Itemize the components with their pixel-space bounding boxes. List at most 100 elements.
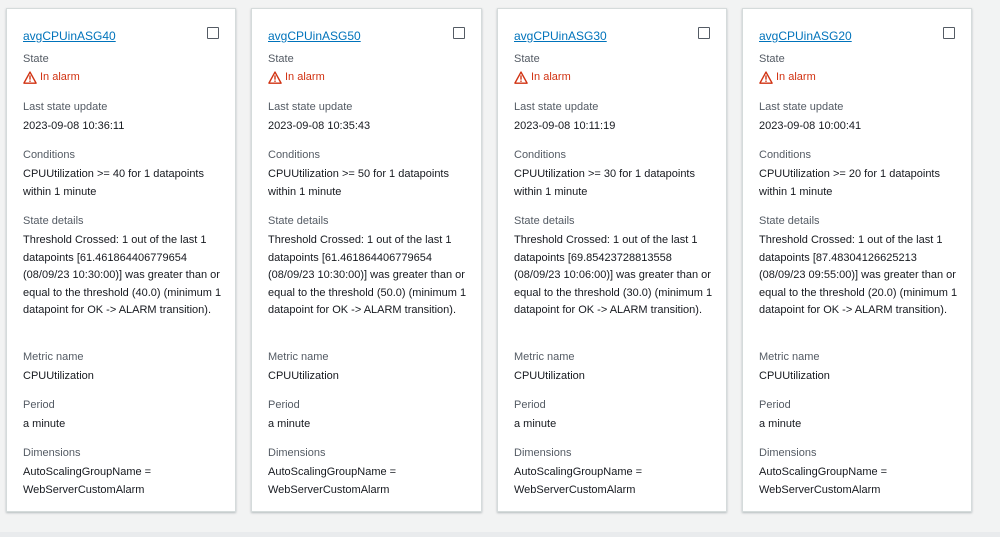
conditions-field: Conditions CPUUtilization >= 50 for 1 da… (268, 148, 469, 201)
metric-name-label: Metric name (268, 351, 329, 363)
state-field: State In alarm (268, 52, 469, 87)
conditions-field: Conditions CPUUtilization >= 40 for 1 da… (23, 148, 223, 201)
dimensions-value: AutoScalingGroupName = WebServerCustomAl… (514, 466, 643, 496)
dimensions-label: Dimensions (759, 447, 817, 459)
period-label: Period (514, 399, 546, 411)
alarm-card: avgCPUinASG40 State In alarm Last state … (6, 8, 236, 512)
metric-name-value: CPUUtilization (514, 370, 585, 382)
state-text: In alarm (531, 71, 571, 83)
warning-triangle-icon (759, 71, 773, 85)
state-details-field: State details Threshold Crossed: 1 out o… (23, 214, 223, 320)
alarm-card-header: avgCPUinASG40 (23, 27, 219, 43)
last-state-update-label: Last state update (759, 101, 844, 113)
metric-name-field: Metric name CPUUtilization (514, 350, 714, 386)
conditions-value: CPUUtilization >= 20 for 1 datapoints wi… (759, 168, 940, 198)
alarm-card: avgCPUinASG20 State In alarm Last state … (742, 8, 972, 512)
state-value: In alarm (759, 69, 959, 87)
alarm-select-checkbox[interactable] (698, 27, 710, 39)
last-state-update-field: Last state update 2023-09-08 10:35:43 (268, 100, 469, 136)
state-value: In alarm (268, 69, 469, 87)
dimensions-label: Dimensions (514, 447, 572, 459)
last-state-update-field: Last state update 2023-09-08 10:11:19 (514, 100, 714, 136)
last-state-update-label: Last state update (514, 101, 599, 113)
state-details-label: State details (23, 215, 84, 227)
alarm-select-checkbox[interactable] (943, 27, 955, 39)
period-label: Period (23, 399, 55, 411)
conditions-label: Conditions (759, 149, 811, 161)
conditions-value: CPUUtilization >= 30 for 1 datapoints wi… (514, 168, 695, 198)
state-details-value: Threshold Crossed: 1 out of the last 1 d… (268, 234, 467, 316)
dimensions-label: Dimensions (268, 447, 326, 459)
state-label: State (759, 53, 785, 65)
metric-name-field: Metric name CPUUtilization (23, 350, 223, 386)
alarm-name-link[interactable]: avgCPUinASG20 (759, 29, 852, 43)
state-text: In alarm (285, 71, 325, 83)
state-value: In alarm (514, 69, 714, 87)
period-field: Period a minute (514, 398, 714, 434)
state-details-label: State details (514, 215, 575, 227)
last-state-update-field: Last state update 2023-09-08 10:36:11 (23, 100, 223, 136)
state-details-value: Threshold Crossed: 1 out of the last 1 d… (23, 234, 222, 316)
state-details-field: State details Threshold Crossed: 1 out o… (759, 214, 959, 320)
period-value: a minute (759, 418, 802, 430)
warning-triangle-icon (514, 71, 528, 85)
dimensions-value: AutoScalingGroupName = WebServerCustomAl… (268, 466, 397, 496)
metric-name-field: Metric name CPUUtilization (268, 350, 469, 386)
state-details-label: State details (268, 215, 329, 227)
metric-name-value: CPUUtilization (23, 370, 94, 382)
metric-name-field: Metric name CPUUtilization (759, 350, 959, 386)
alarm-select-checkbox[interactable] (207, 27, 219, 39)
state-details-value: Threshold Crossed: 1 out of the last 1 d… (759, 234, 958, 316)
last-state-update-label: Last state update (268, 101, 353, 113)
alarm-card: avgCPUinASG30 State In alarm Last state … (497, 8, 727, 512)
alarm-card-header: avgCPUinASG50 (268, 27, 465, 43)
state-details-field: State details Threshold Crossed: 1 out o… (514, 214, 714, 320)
state-field: State In alarm (514, 52, 714, 87)
state-label: State (23, 53, 49, 65)
alarm-name-link[interactable]: avgCPUinASG40 (23, 29, 116, 43)
metric-name-value: CPUUtilization (759, 370, 830, 382)
horizontal-scrollbar[interactable] (0, 532, 1000, 537)
state-details-field: State details Threshold Crossed: 1 out o… (268, 214, 469, 320)
state-text: In alarm (40, 71, 80, 83)
dimensions-value: AutoScalingGroupName = WebServerCustomAl… (23, 466, 152, 496)
conditions-label: Conditions (514, 149, 566, 161)
last-state-update-field: Last state update 2023-09-08 10:00:41 (759, 100, 959, 136)
last-state-update-value: 2023-09-08 10:35:43 (268, 120, 371, 132)
period-value: a minute (23, 418, 66, 430)
state-label: State (514, 53, 540, 65)
alarm-cards-grid: avgCPUinASG40 State In alarm Last state … (0, 0, 1000, 537)
conditions-label: Conditions (268, 149, 320, 161)
metric-name-label: Metric name (514, 351, 575, 363)
state-value: In alarm (23, 69, 223, 87)
dimensions-label: Dimensions (23, 447, 81, 459)
last-state-update-value: 2023-09-08 10:36:11 (23, 120, 125, 132)
metric-name-label: Metric name (759, 351, 820, 363)
state-label: State (268, 53, 294, 65)
alarm-card-header: avgCPUinASG20 (759, 27, 955, 43)
period-field: Period a minute (23, 398, 223, 434)
period-field: Period a minute (759, 398, 959, 434)
period-value: a minute (268, 418, 311, 430)
state-details-label: State details (759, 215, 820, 227)
warning-triangle-icon (268, 71, 282, 85)
period-label: Period (268, 399, 300, 411)
conditions-label: Conditions (23, 149, 75, 161)
alarm-card-header: avgCPUinASG30 (514, 27, 710, 43)
conditions-value: CPUUtilization >= 50 for 1 datapoints wi… (268, 168, 449, 198)
alarm-name-link[interactable]: avgCPUinASG30 (514, 29, 607, 43)
state-field: State In alarm (759, 52, 959, 87)
last-state-update-value: 2023-09-08 10:00:41 (759, 120, 862, 132)
dimensions-field: Dimensions AutoScalingGroupName = WebSer… (268, 446, 469, 499)
dimensions-field: Dimensions AutoScalingGroupName = WebSer… (23, 446, 223, 499)
conditions-field: Conditions CPUUtilization >= 30 for 1 da… (514, 148, 714, 201)
period-value: a minute (514, 418, 557, 430)
alarm-select-checkbox[interactable] (453, 27, 465, 39)
alarm-name-link[interactable]: avgCPUinASG50 (268, 29, 361, 43)
period-label: Period (759, 399, 791, 411)
period-field: Period a minute (268, 398, 469, 434)
last-state-update-value: 2023-09-08 10:11:19 (514, 120, 616, 132)
conditions-field: Conditions CPUUtilization >= 20 for 1 da… (759, 148, 959, 201)
last-state-update-label: Last state update (23, 101, 108, 113)
state-field: State In alarm (23, 52, 223, 87)
